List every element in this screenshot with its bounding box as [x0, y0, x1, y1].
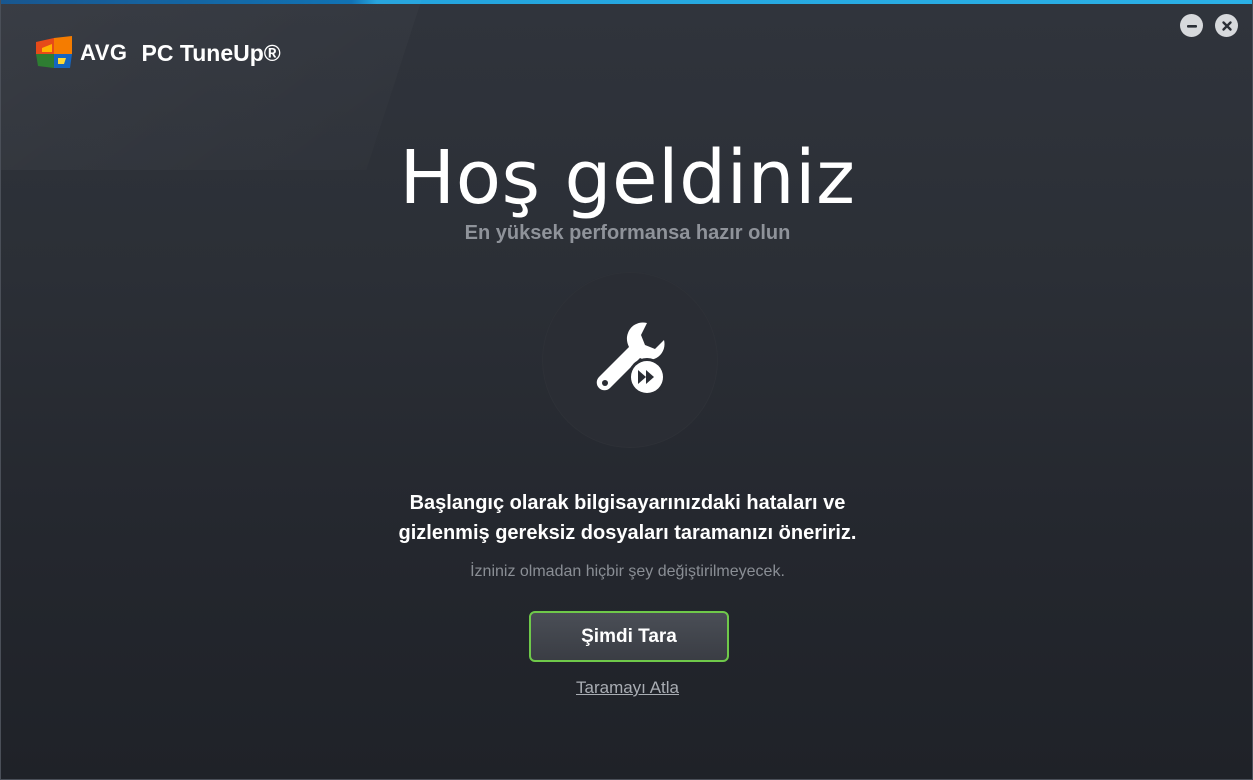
- minimize-button[interactable]: [1180, 14, 1203, 37]
- skip-scan-container: Taramayı Atla: [1, 678, 1252, 698]
- minimize-icon: [1186, 24, 1197, 28]
- no-changes-note: İzniniz olmadan hiçbir şey değiştirilmey…: [470, 563, 785, 580]
- welcome-subtitle: En yüksek performansa hazır olun: [464, 222, 791, 244]
- close-button[interactable]: [1215, 14, 1238, 37]
- welcome-title: Hoş geldiniz: [399, 135, 856, 221]
- brand-avg-text: AVG: [80, 40, 128, 65]
- message-line-2: gizlenmiş gereksiz dosyaları taramanızı …: [398, 522, 857, 544]
- window-controls: [1180, 14, 1238, 37]
- app-brand: AVG PC TuneUp®: [34, 34, 281, 72]
- scan-recommendation-text: Başlangıç olarak bilgisayarınızdaki hata…: [1, 488, 1252, 548]
- close-icon: [1221, 20, 1232, 31]
- hero-icon-circle: [542, 272, 718, 448]
- app-window: AVG PC TuneUp® Hoş geldiniz En yüksek pe…: [0, 0, 1253, 780]
- skip-scan-link[interactable]: Taramayı Atla: [576, 678, 679, 697]
- message-line-1: Başlangıç olarak bilgisayarınızdaki hata…: [409, 492, 846, 514]
- scan-now-button[interactable]: Şimdi Tara: [529, 611, 729, 662]
- wrench-fast-forward-icon: [596, 322, 666, 396]
- product-name: PC TuneUp®: [141, 39, 281, 66]
- avg-logo-icon: [36, 36, 72, 68]
